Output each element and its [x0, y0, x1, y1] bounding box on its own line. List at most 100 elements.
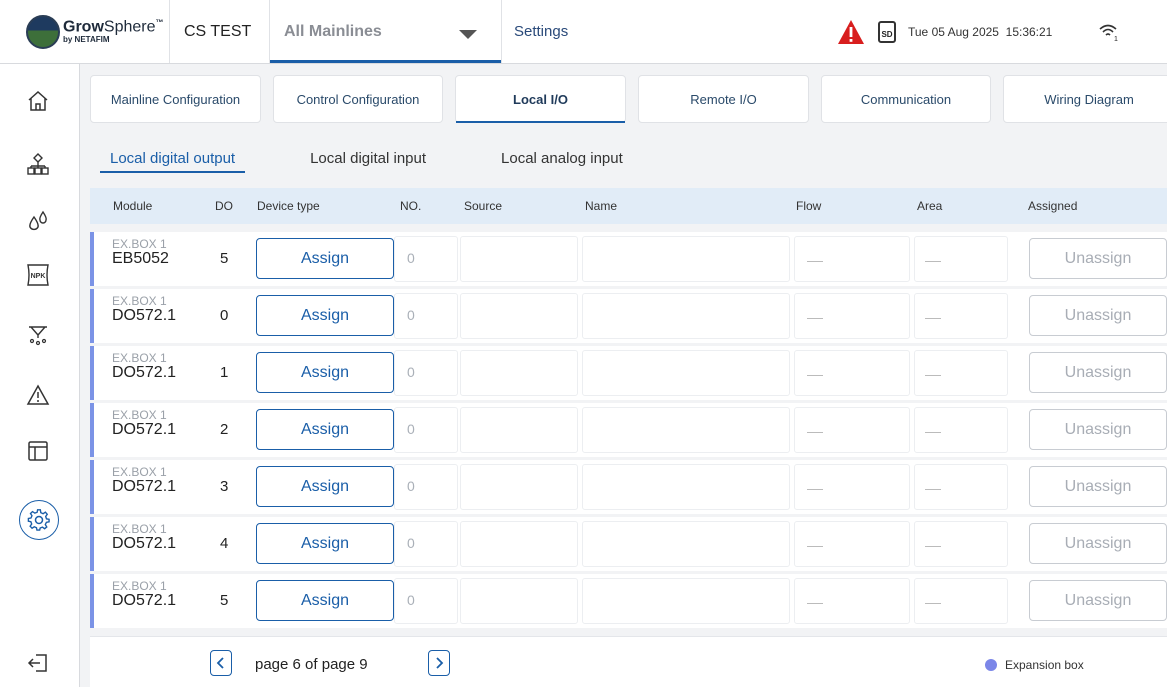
no-value: 0 — [407, 478, 415, 494]
flow-empty-dash — [807, 546, 823, 547]
table-icon[interactable] — [23, 436, 53, 466]
npk-icon[interactable]: NPK — [23, 260, 53, 290]
tab-mainline-configuration[interactable]: Mainline Configuration — [90, 75, 261, 123]
name-field[interactable] — [582, 521, 790, 567]
top-bar: GrowSphere™ by NETAFIM CS TEST All Mainl… — [0, 0, 1167, 64]
name-field[interactable] — [582, 293, 790, 339]
module-box: EX.BOX 1 — [112, 465, 167, 479]
no-field[interactable]: 0 — [394, 407, 458, 453]
assign-button[interactable]: Assign — [256, 409, 394, 450]
name-field[interactable] — [582, 236, 790, 282]
logo: GrowSphere™ by NETAFIM — [0, 0, 170, 63]
chevron-left-icon — [216, 657, 224, 669]
wifi-sub: 1 — [1114, 36, 1118, 43]
flow-field — [794, 578, 910, 624]
source-field[interactable] — [460, 236, 578, 282]
unassign-button[interactable]: Unassign — [1029, 580, 1167, 621]
source-field[interactable] — [460, 464, 578, 510]
unassign-button[interactable]: Unassign — [1029, 352, 1167, 393]
source-field[interactable] — [460, 293, 578, 339]
tab-control-configuration[interactable]: Control Configuration — [273, 75, 443, 123]
no-field[interactable]: 0 — [394, 293, 458, 339]
area-empty-dash — [925, 261, 941, 262]
settings-icon[interactable] — [19, 500, 59, 540]
prev-page-button[interactable] — [210, 650, 232, 676]
module-name: DO572.1 — [112, 364, 177, 381]
source-field[interactable] — [460, 350, 578, 396]
col-assigned: Assigned — [1028, 199, 1078, 213]
chevron-down-icon[interactable] — [459, 30, 477, 39]
mainline-dropdown-label: All Mainlines — [284, 22, 382, 40]
assign-button[interactable]: Assign — [256, 580, 394, 621]
area-field — [914, 293, 1008, 339]
unassign-button[interactable]: Unassign — [1029, 466, 1167, 507]
module-name: EB5052 — [112, 250, 169, 267]
no-field[interactable]: 0 — [394, 236, 458, 282]
no-value: 0 — [407, 250, 415, 266]
do-number: 2 — [220, 421, 229, 438]
no-field[interactable]: 0 — [394, 350, 458, 396]
no-field[interactable]: 0 — [394, 464, 458, 510]
module-name: DO572.1 — [112, 478, 177, 495]
pagination-bar: page 6 of page 9 Expansion box — [90, 636, 1167, 687]
area-empty-dash — [925, 489, 941, 490]
logout-icon[interactable] — [23, 648, 53, 678]
wifi-icon[interactable]: 1 — [1094, 0, 1167, 63]
tab-wiring-diagram[interactable]: Wiring Diagram — [1003, 75, 1167, 123]
assign-button[interactable]: Assign — [256, 523, 394, 564]
assign-button[interactable]: Assign — [256, 352, 394, 393]
sd-card-icon[interactable]: SD — [870, 0, 904, 63]
flow-field — [794, 236, 910, 282]
name-field[interactable] — [582, 350, 790, 396]
assign-button[interactable]: Assign — [256, 295, 394, 336]
time: 15:36:21 — [1005, 24, 1053, 39]
no-field[interactable]: 0 — [394, 521, 458, 567]
subtab-local-digital-output[interactable]: Local digital output — [100, 146, 246, 173]
site-name[interactable]: CS TEST — [170, 0, 270, 63]
module-box: EX.BOX 1 — [112, 294, 167, 308]
assign-button[interactable]: Assign — [256, 238, 394, 279]
subtab-local-analog-input[interactable]: Local analog input — [491, 146, 633, 173]
next-page-button[interactable] — [428, 650, 450, 676]
area-field — [914, 521, 1008, 567]
water-drops-icon[interactable] — [23, 206, 53, 236]
alarm-icon[interactable] — [23, 380, 53, 410]
page-indicator: page 6 of page 9 — [255, 656, 368, 673]
module-name: DO572.1 — [112, 592, 177, 609]
subtab-local-digital-input[interactable]: Local digital input — [300, 146, 436, 173]
unassign-button[interactable]: Unassign — [1029, 523, 1167, 564]
area-field — [914, 236, 1008, 282]
flow-field — [794, 350, 910, 396]
col-do: DO — [215, 199, 233, 213]
name-field[interactable] — [582, 578, 790, 624]
name-field[interactable] — [582, 407, 790, 453]
table-row: EX.BOX 1 DO572.1 5 Assign 0 Unassign — [90, 574, 1167, 628]
globe-logo-icon — [26, 14, 60, 49]
home-icon[interactable] — [23, 86, 53, 116]
col-flow: Flow — [796, 199, 822, 213]
mainline-dropdown[interactable]: All Mainlines — [270, 0, 502, 63]
io-subtabs: Local digital output Local digital input… — [100, 146, 688, 173]
area-empty-dash — [925, 318, 941, 319]
unassign-button[interactable]: Unassign — [1029, 295, 1167, 336]
source-field[interactable] — [460, 578, 578, 624]
table-row: EX.BOX 1 DO572.1 3 Assign 0 Unassign — [90, 460, 1167, 514]
table-row: EX.BOX 1 DO572.1 0 Assign 0 Unassign — [90, 289, 1167, 343]
no-field[interactable]: 0 — [394, 578, 458, 624]
do-number: 0 — [220, 307, 229, 324]
unassign-button[interactable]: Unassign — [1029, 409, 1167, 450]
network-icon[interactable] — [23, 150, 53, 180]
source-field[interactable] — [460, 521, 578, 567]
col-source: Source — [464, 199, 503, 213]
irrigation-icon[interactable] — [23, 320, 53, 350]
flow-empty-dash — [807, 489, 823, 490]
tab-local-io[interactable]: Local I/O — [455, 75, 626, 123]
assign-button[interactable]: Assign — [256, 466, 394, 507]
tab-remote-io[interactable]: Remote I/O — [638, 75, 809, 123]
alert-icon[interactable] — [832, 0, 870, 63]
unassign-button[interactable]: Unassign — [1029, 238, 1167, 279]
tab-communication[interactable]: Communication — [821, 75, 991, 123]
do-number: 5 — [220, 250, 229, 267]
source-field[interactable] — [460, 407, 578, 453]
name-field[interactable] — [582, 464, 790, 510]
